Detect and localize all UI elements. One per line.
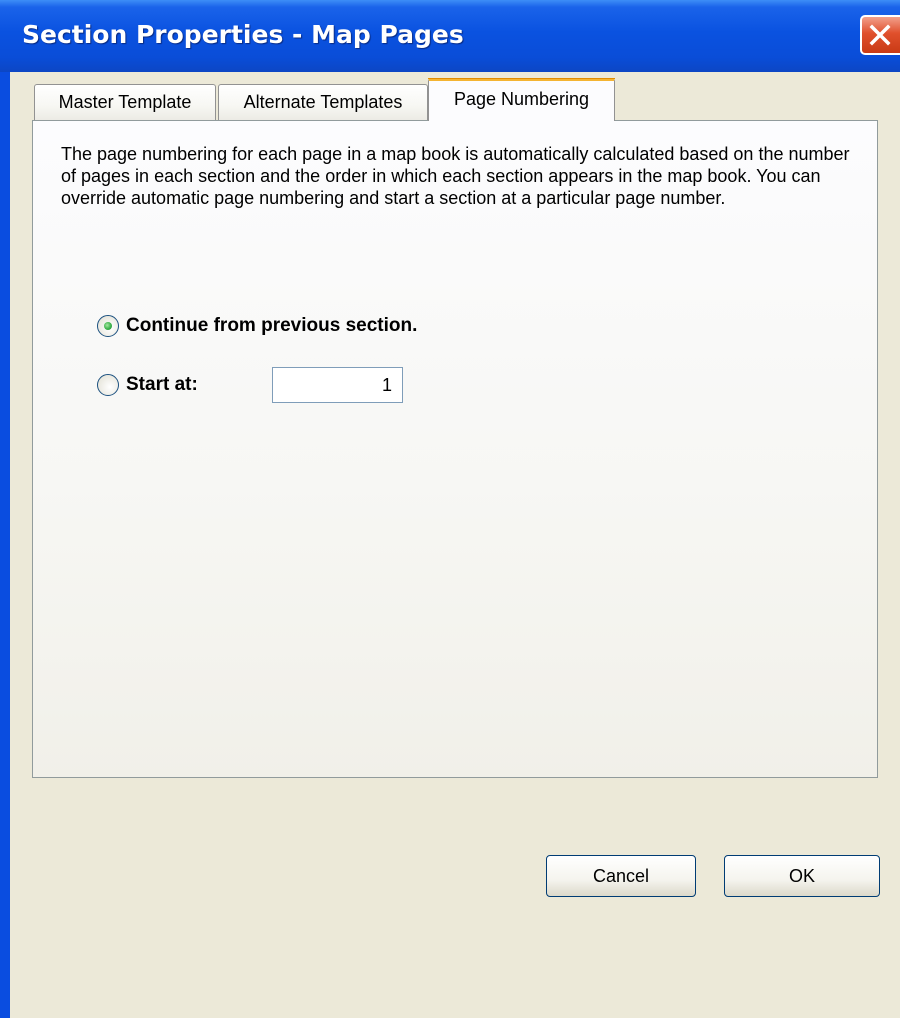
title-bar[interactable]: Section Properties - Map Pages: [0, 0, 900, 72]
ok-button[interactable]: OK: [724, 855, 880, 897]
tab-master-template[interactable]: Master Template: [34, 84, 216, 120]
start-at-page-input[interactable]: [272, 367, 403, 403]
continue-radio-button[interactable]: [97, 315, 119, 337]
window-title: Section Properties - Map Pages: [22, 20, 464, 49]
dialog-client-area: Master Template Alternate Templates Page…: [10, 72, 900, 1018]
continue-option-label[interactable]: Continue from previous section.: [126, 315, 417, 337]
page-numbering-description: The page numbering for each page in a ma…: [61, 144, 850, 208]
start-at-option-label[interactable]: Start at:: [126, 374, 198, 396]
tab-alternate-templates[interactable]: Alternate Templates: [218, 84, 428, 120]
start-at-option[interactable]: Start at:: [97, 372, 198, 398]
tab-page-numbering[interactable]: Page Numbering: [428, 78, 615, 121]
tab-panel-page-numbering: The page numbering for each page in a ma…: [32, 120, 878, 778]
start-at-radio-button[interactable]: [97, 374, 119, 396]
close-button[interactable]: [860, 15, 900, 55]
continue-from-previous-option[interactable]: Continue from previous section.: [97, 313, 417, 339]
close-icon: [869, 24, 891, 46]
dialog-window: Section Properties - Map Pages Master Te…: [0, 0, 900, 1018]
radio-selected-dot: [104, 322, 112, 330]
cancel-button[interactable]: Cancel: [546, 855, 696, 897]
